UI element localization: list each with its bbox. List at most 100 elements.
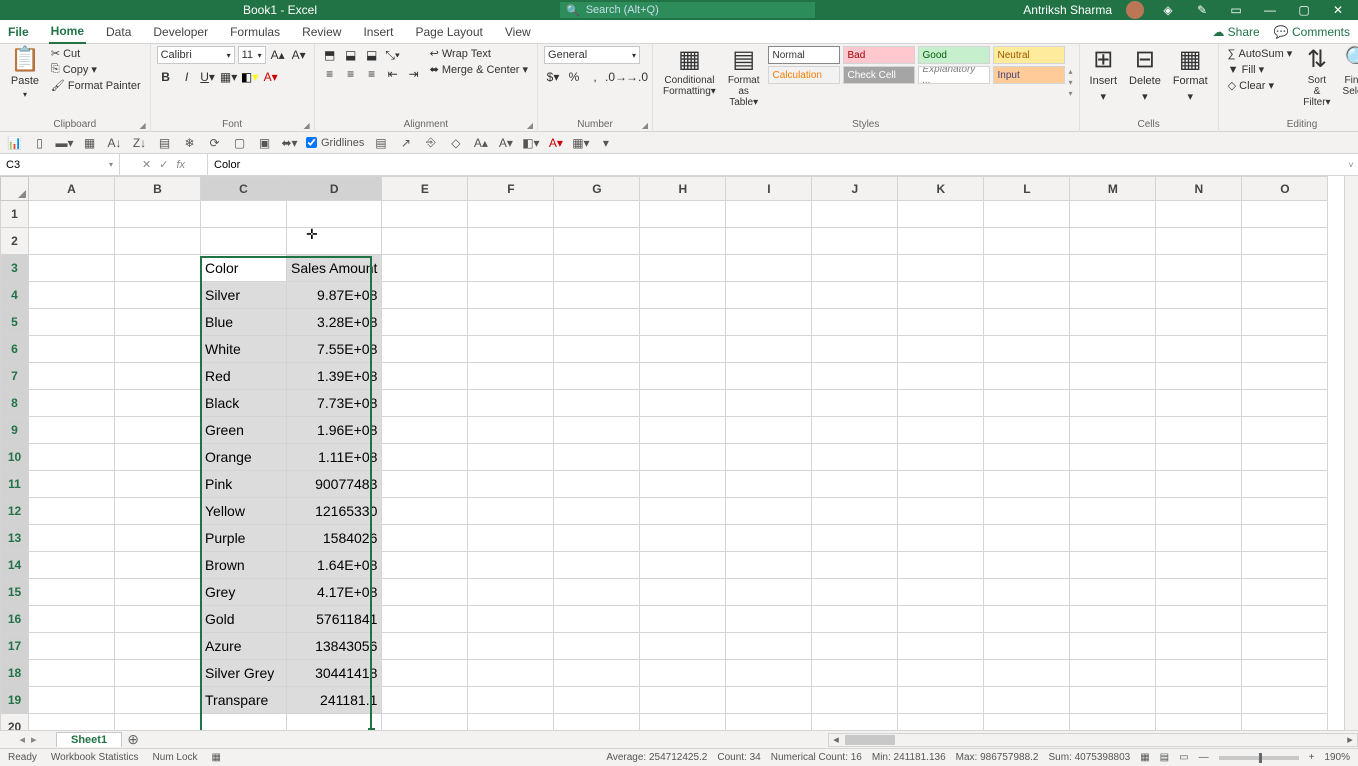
cell-F16[interactable] — [468, 606, 554, 633]
cell-D9[interactable]: 1.96E+08 — [287, 417, 382, 444]
cell-F19[interactable] — [468, 687, 554, 714]
cell-E5[interactable] — [382, 309, 468, 336]
view-normal-button[interactable]: ▦ — [1140, 752, 1149, 763]
cell-G14[interactable] — [554, 552, 640, 579]
cell-N3[interactable] — [1156, 255, 1242, 282]
qat-sortaz-icon[interactable]: A↓ — [106, 134, 123, 151]
row-header-6[interactable]: 6 — [1, 336, 29, 363]
cell-O13[interactable] — [1242, 525, 1328, 552]
cell-E14[interactable] — [382, 552, 468, 579]
cell-I7[interactable] — [726, 363, 812, 390]
gridlines-checkbox[interactable] — [306, 137, 317, 148]
cell-A19[interactable] — [29, 687, 115, 714]
cell-G10[interactable] — [554, 444, 640, 471]
cell-E2[interactable] — [382, 228, 468, 255]
cell-I9[interactable] — [726, 417, 812, 444]
cell-J4[interactable] — [812, 282, 898, 309]
cell-D18[interactable]: 30441418 — [287, 660, 382, 687]
cell-A5[interactable] — [29, 309, 115, 336]
cell-M20[interactable] — [1070, 714, 1156, 731]
cell-F8[interactable] — [468, 390, 554, 417]
col-header-F[interactable]: F — [468, 177, 554, 201]
cell-E3[interactable] — [382, 255, 468, 282]
align-bottom-button[interactable]: ⬓ — [363, 46, 381, 64]
number-launcher[interactable]: ◢ — [642, 121, 648, 130]
cell-D16[interactable]: 57611841 — [287, 606, 382, 633]
qat-border2-icon[interactable]: ▣ — [256, 134, 273, 151]
maximize-button[interactable]: ▢ — [1294, 3, 1314, 17]
cell-C2[interactable] — [201, 228, 287, 255]
cell-L1[interactable] — [984, 201, 1070, 228]
user-name[interactable]: Antriksh Sharma — [1023, 3, 1112, 17]
decrease-decimal-button[interactable]: →.0 — [628, 68, 646, 86]
cell-H8[interactable] — [640, 390, 726, 417]
col-header-J[interactable]: J — [812, 177, 898, 201]
cell-K19[interactable] — [898, 687, 984, 714]
diamond-icon[interactable]: ◈ — [1158, 3, 1178, 17]
col-header-O[interactable]: O — [1242, 177, 1328, 201]
qat-merge-icon[interactable]: ⬌▾ — [281, 134, 298, 151]
cell-A8[interactable] — [29, 390, 115, 417]
tab-view[interactable]: View — [503, 21, 533, 43]
italic-button[interactable]: I — [178, 68, 196, 86]
horizontal-scrollbar[interactable]: ◂ ▸ — [828, 733, 1358, 747]
cell-M1[interactable] — [1070, 201, 1156, 228]
cell-I19[interactable] — [726, 687, 812, 714]
cell-G15[interactable] — [554, 579, 640, 606]
wrap-text-button[interactable]: ↩Wrap Text — [427, 46, 531, 61]
cell-F6[interactable] — [468, 336, 554, 363]
minimize-button[interactable]: — — [1260, 3, 1280, 17]
vertical-scrollbar[interactable] — [1344, 176, 1358, 730]
cell-H4[interactable] — [640, 282, 726, 309]
cell-L15[interactable] — [984, 579, 1070, 606]
percent-button[interactable]: % — [565, 68, 583, 86]
cell-N18[interactable] — [1156, 660, 1242, 687]
cell-F10[interactable] — [468, 444, 554, 471]
avatar[interactable] — [1126, 1, 1144, 19]
col-header-A[interactable]: A — [29, 177, 115, 201]
row-header-17[interactable]: 17 — [1, 633, 29, 660]
cell-B14[interactable] — [115, 552, 201, 579]
cell-N14[interactable] — [1156, 552, 1242, 579]
cell-C7[interactable]: Red — [201, 363, 287, 390]
cell-A13[interactable] — [29, 525, 115, 552]
cell-I17[interactable] — [726, 633, 812, 660]
cell-C15[interactable]: Grey — [201, 579, 287, 606]
pen-icon[interactable]: ✎ — [1192, 3, 1212, 17]
col-header-C[interactable]: C — [201, 177, 287, 201]
qat-borders-icon[interactable]: ▦▾ — [572, 134, 589, 151]
cell-H10[interactable] — [640, 444, 726, 471]
cell-E12[interactable] — [382, 498, 468, 525]
cell-M14[interactable] — [1070, 552, 1156, 579]
cell-O19[interactable] — [1242, 687, 1328, 714]
cell-L14[interactable] — [984, 552, 1070, 579]
cell-J8[interactable] — [812, 390, 898, 417]
cell-J13[interactable] — [812, 525, 898, 552]
share-button[interactable]: ☁ Share — [1212, 25, 1259, 39]
cell-M15[interactable] — [1070, 579, 1156, 606]
cell-A10[interactable] — [29, 444, 115, 471]
col-header-L[interactable]: L — [984, 177, 1070, 201]
cell-O6[interactable] — [1242, 336, 1328, 363]
comments-button[interactable]: 💬 Comments — [1274, 25, 1350, 39]
align-middle-button[interactable]: ⬓ — [342, 46, 360, 64]
cell-O2[interactable] — [1242, 228, 1328, 255]
status-wbstats[interactable]: Workbook Statistics — [51, 752, 139, 763]
cell-L2[interactable] — [984, 228, 1070, 255]
cell-E1[interactable] — [382, 201, 468, 228]
cell-O7[interactable] — [1242, 363, 1328, 390]
cell-I8[interactable] — [726, 390, 812, 417]
cell-G16[interactable] — [554, 606, 640, 633]
cell-J18[interactable] — [812, 660, 898, 687]
cell-K11[interactable] — [898, 471, 984, 498]
close-button[interactable]: ✕ — [1328, 3, 1348, 17]
font-launcher[interactable]: ◢ — [303, 121, 309, 130]
cell-F9[interactable] — [468, 417, 554, 444]
sheet-tab-active[interactable]: Sheet1 — [56, 732, 122, 747]
cell-M19[interactable] — [1070, 687, 1156, 714]
cell-A20[interactable] — [29, 714, 115, 731]
cell-L13[interactable] — [984, 525, 1070, 552]
cell-K4[interactable] — [898, 282, 984, 309]
tab-pagelayout[interactable]: Page Layout — [413, 21, 484, 43]
cell-G1[interactable] — [554, 201, 640, 228]
